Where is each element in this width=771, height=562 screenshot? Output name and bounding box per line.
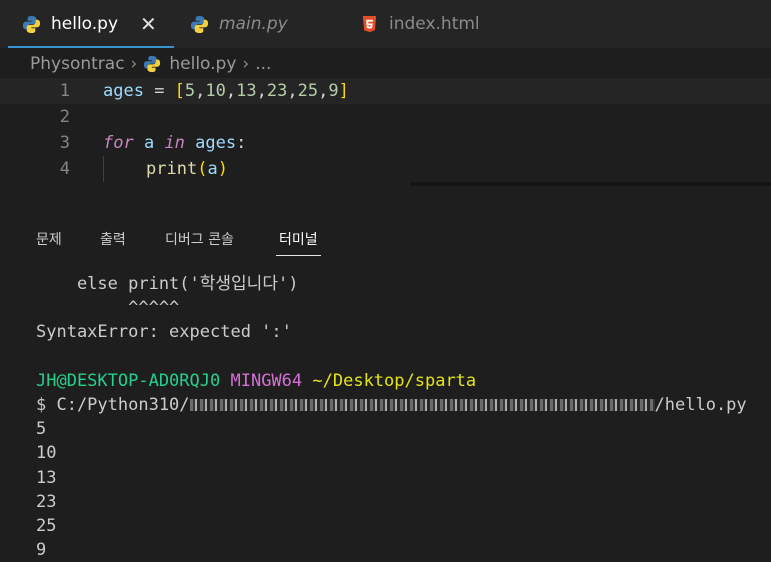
tab-terminal[interactable]: 터미널 (276, 228, 321, 256)
line-number: 1 (59, 81, 70, 101)
prompt-user: JH@DESKTOP-AD0RQJ0 (36, 370, 221, 391)
code-line[interactable]: 1 ages = [5,10,13,23,25,9] (0, 78, 771, 104)
line-number: 4 (59, 159, 70, 179)
python-icon (190, 15, 209, 33)
line-number: 3 (59, 133, 70, 153)
breadcrumb-file[interactable]: hello.py (169, 54, 236, 74)
terminal-line: ^^^^^ (36, 298, 180, 319)
terminal-output-line: 13 (36, 467, 57, 488)
terminal-command: $ C:/Python310/ /hello.py (36, 393, 747, 417)
tab-main-py[interactable]: main.py (190, 0, 288, 48)
code-text: for a in ages: (103, 133, 247, 153)
breadcrumb: Physontrac › hello.py › ... (30, 52, 271, 76)
python-icon (22, 15, 41, 33)
tab-output[interactable]: 출력 (100, 228, 126, 256)
redacted-path (189, 398, 655, 411)
terminal[interactable]: else print('학생입니다') ^^^^^ SyntaxError: e… (36, 272, 747, 562)
terminal-prompt: JH@DESKTOP-AD0RQJ0 MINGW64 ~/Desktop/spa… (36, 369, 747, 393)
line-number: 2 (59, 107, 70, 127)
command-suffix: /hello.py (654, 394, 747, 415)
code-text: print(a) (146, 159, 228, 179)
editor-shadow (410, 182, 771, 186)
tab-label: index.html (389, 14, 480, 34)
prompt-env: MINGW64 (230, 370, 303, 391)
tab-hello-py[interactable]: hello.py ✕ (8, 0, 174, 48)
python-icon (144, 55, 161, 73)
tab-problems[interactable]: 문제 (36, 228, 62, 256)
tab-debug-console[interactable]: 디버그 콘솔 (165, 228, 234, 256)
code-text: ages = [5,10,13,23,25,9] (103, 81, 349, 101)
command-prefix: $ C:/Python310/ (36, 394, 190, 415)
terminal-line: SyntaxError: expected ':' (36, 322, 292, 343)
tab-label: hello.py (51, 14, 119, 34)
indent-guide (103, 156, 104, 182)
active-tab-indicator (8, 46, 174, 48)
chevron-right-icon: › (242, 54, 250, 74)
active-tab-indicator (276, 255, 321, 256)
breadcrumb-folder[interactable]: Physontrac (30, 54, 125, 74)
close-icon[interactable]: ✕ (140, 12, 157, 36)
terminal-output-line: 5 (36, 419, 47, 440)
chevron-right-icon: › (130, 54, 138, 74)
breadcrumb-more[interactable]: ... (255, 54, 271, 74)
terminal-output-line: 25 (36, 515, 57, 536)
html5-icon (362, 15, 377, 32)
terminal-output-line: 9 (36, 540, 47, 561)
terminal-line: else print('학생입니다') (36, 274, 299, 294)
editor-tab-bar: hello.py ✕ main.py index.html (0, 0, 771, 48)
terminal-output-line: 10 (36, 443, 57, 464)
tab-terminal-label: 터미널 (279, 232, 318, 248)
code-editor[interactable]: 1 ages = [5,10,13,23,25,9] 2 3 for a in … (0, 78, 771, 188)
prompt-path: ~/Desktop/sparta (312, 370, 477, 391)
tab-index-html[interactable]: index.html (360, 0, 480, 48)
terminal-output-line: 23 (36, 491, 57, 512)
tab-label: main.py (219, 14, 288, 34)
panel-tabs: 문제 출력 디버그 콘솔 터미널 (0, 228, 771, 258)
